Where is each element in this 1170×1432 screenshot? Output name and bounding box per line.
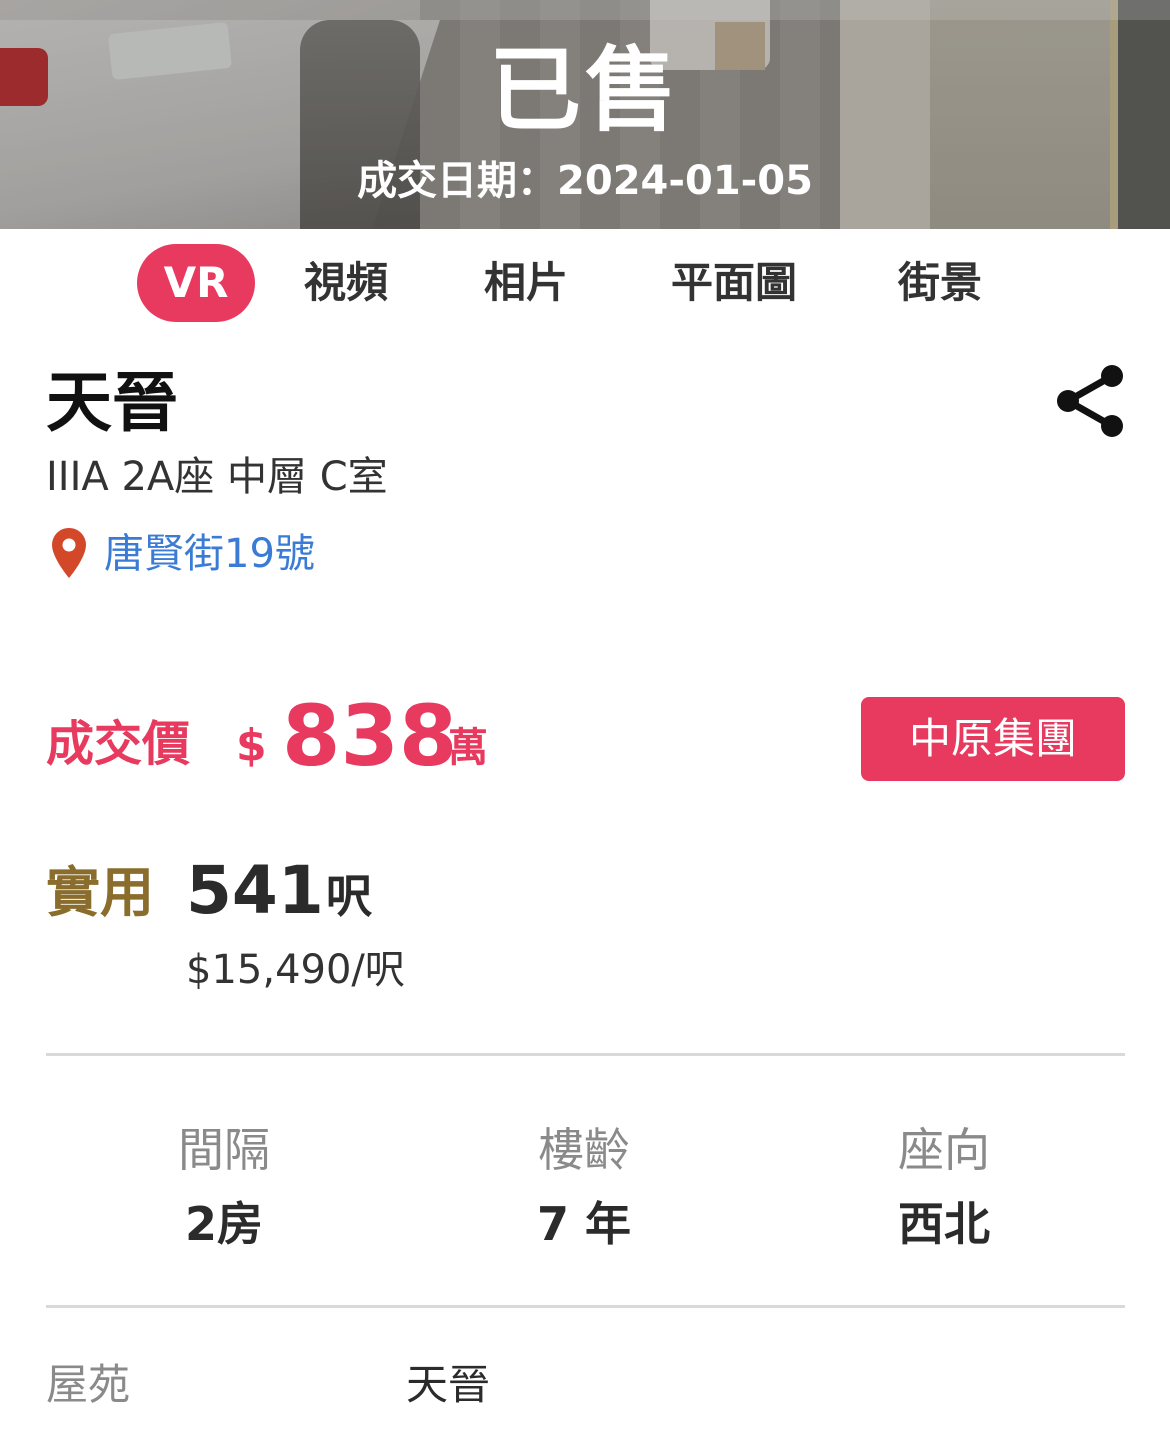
price-label: 成交價 — [46, 716, 191, 772]
stat-label-age: 樓齡 — [538, 1123, 630, 1177]
stat-value-facing: 西北 — [898, 1197, 990, 1251]
address-text: 唐賢街19號 — [104, 531, 315, 577]
tab-video[interactable]: 視頻 — [286, 244, 406, 322]
tab-photos[interactable]: 相片 — [466, 244, 586, 322]
area-unit: 呎 — [326, 869, 372, 923]
price-value: 838 — [282, 687, 458, 785]
divider — [46, 1305, 1125, 1308]
tab-street-view[interactable]: 街景 — [880, 244, 1000, 322]
detail-value-estate[interactable]: 天晉 — [406, 1358, 490, 1412]
tab-floor-plan[interactable]: 平面圖 — [654, 244, 814, 322]
tab-vr[interactable]: VR — [137, 244, 255, 322]
area-value: 541 — [186, 852, 324, 929]
location-pin-icon — [52, 528, 86, 578]
share-button[interactable] — [1054, 362, 1128, 440]
sold-status-title: 已售 — [488, 37, 681, 144]
divider — [46, 1053, 1125, 1056]
stat-value-layout: 2房 — [184, 1197, 263, 1251]
share-icon — [1057, 365, 1123, 437]
stat-label-layout: 間隔 — [178, 1123, 270, 1177]
property-name: 天晉 — [46, 364, 178, 441]
price-unit: 萬 — [448, 725, 488, 771]
price-per-sqft: $15,490/呎 — [186, 947, 405, 993]
hero-photo[interactable]: 已售 成交日期：2024-01-05 — [0, 0, 1170, 229]
property-unit: IIIA 2A座 中層 C室 — [46, 454, 388, 500]
area-label: 實用 — [46, 861, 154, 924]
price-currency: $ — [236, 720, 267, 771]
stat-value-age: 7 年 — [536, 1197, 632, 1251]
media-tabs: VR 視頻 相片 平面圖 街景 — [0, 244, 1170, 324]
agency-button[interactable]: 中原集團 — [861, 697, 1125, 781]
stat-label-facing: 座向 — [898, 1123, 990, 1177]
deal-date: 成交日期：2024-01-05 — [357, 158, 813, 204]
detail-label-estate: 屋苑 — [46, 1360, 131, 1409]
